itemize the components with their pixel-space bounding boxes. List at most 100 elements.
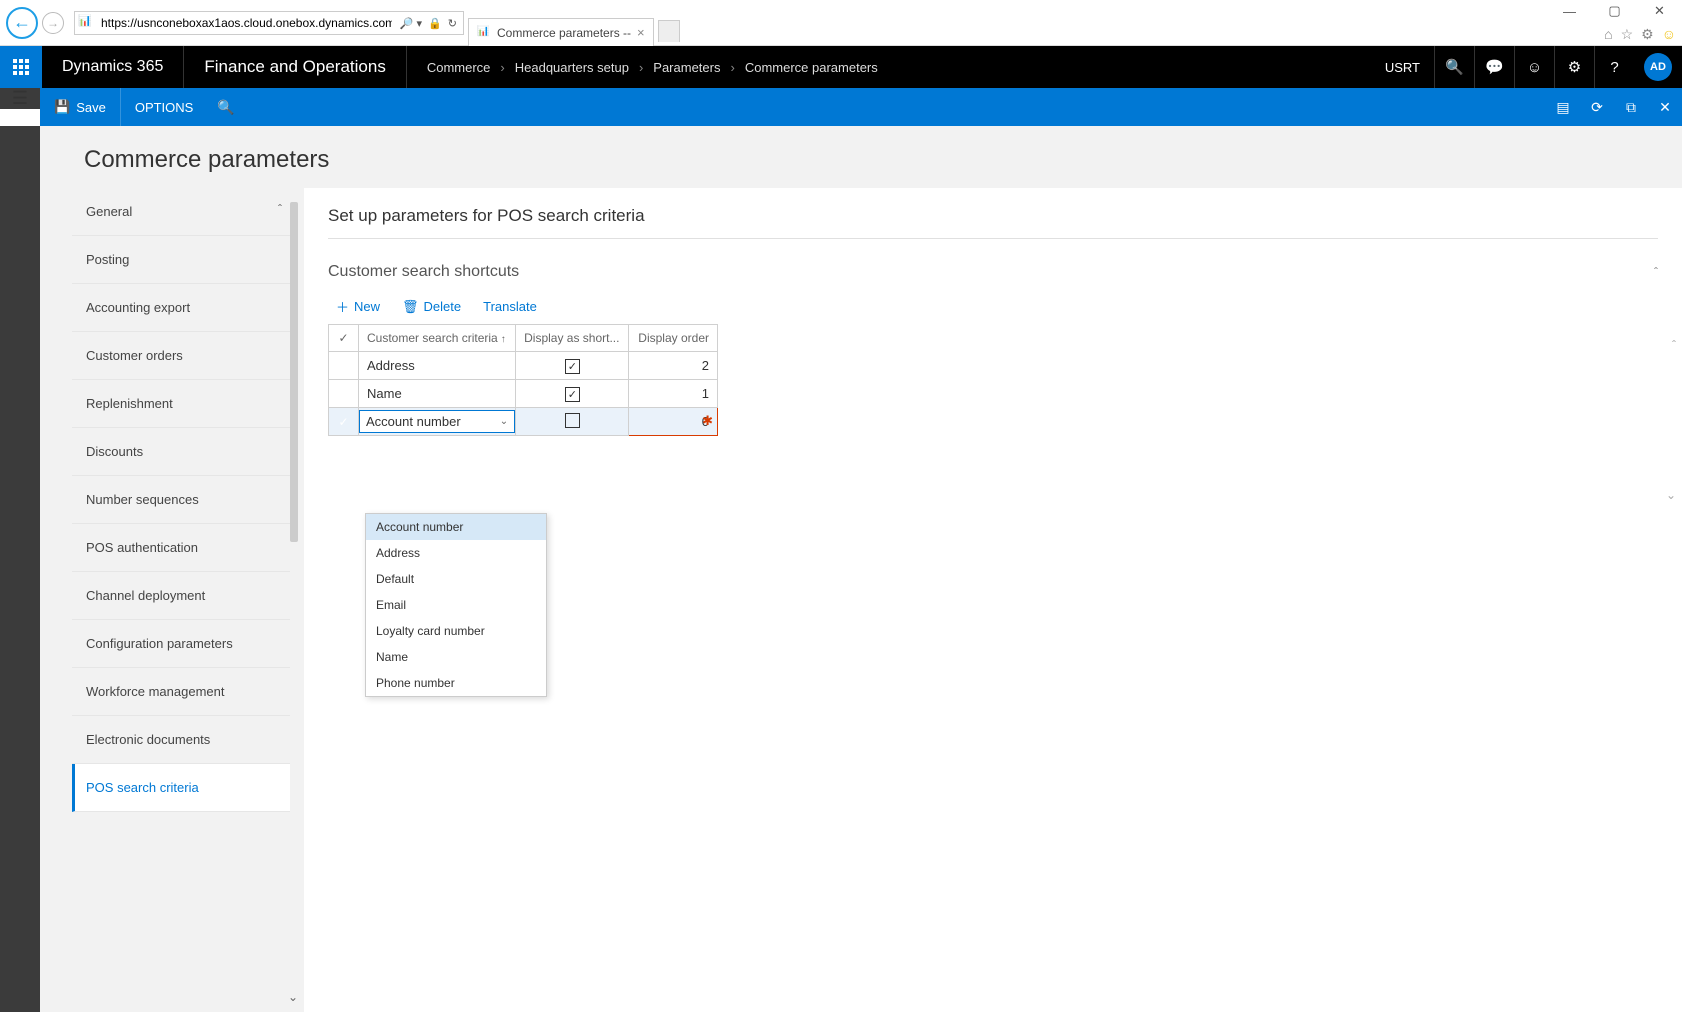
sidebar-item-general[interactable]: Generalˆ xyxy=(72,188,290,236)
breadcrumb: Commerce› Headquarters setup› Parameters… xyxy=(407,60,898,75)
refresh-icon[interactable]: ↻ xyxy=(448,17,457,30)
chevron-down-icon[interactable]: ⌄ xyxy=(500,416,508,427)
site-icon: 📊 xyxy=(78,14,96,32)
scroll-up-icon[interactable]: ˆ xyxy=(1672,338,1676,352)
avatar[interactable]: AD xyxy=(1644,53,1672,81)
sidebar-item-configuration-parameters[interactable]: Configuration parameters xyxy=(72,620,290,668)
new-button[interactable]: ＋New xyxy=(336,297,380,316)
sidebar-item-workforce-management[interactable]: Workforce management xyxy=(72,668,290,716)
shortcut-checkbox[interactable]: ✓ xyxy=(565,359,580,374)
translate-button[interactable]: Translate xyxy=(483,297,537,316)
form-subtitle: Set up parameters for POS search criteri… xyxy=(328,206,1658,238)
options-button[interactable]: OPTIONS xyxy=(121,100,208,115)
close-form-icon[interactable]: ✕ xyxy=(1648,88,1682,126)
app-launcher-button[interactable] xyxy=(0,46,42,88)
nav-hamburger-button[interactable]: ☰ xyxy=(0,88,40,109)
page-title: Commerce parameters xyxy=(40,146,1682,188)
table-row[interactable]: ✓ Account number ⌄ 0 ✱ xyxy=(329,408,718,436)
lock-icon: 🔒 xyxy=(428,17,442,30)
row-select-cell[interactable]: ✓ xyxy=(329,408,359,436)
sidebar-item-customer-orders[interactable]: Customer orders xyxy=(72,332,290,380)
col-order[interactable]: Display order xyxy=(629,325,718,352)
office-icon[interactable]: ▤ xyxy=(1546,88,1580,126)
order-cell[interactable]: 0 ✱ xyxy=(629,408,718,436)
close-tab-icon[interactable]: × xyxy=(637,25,645,40)
shortcut-checkbox[interactable]: ✓ xyxy=(565,387,580,402)
form-panel: Set up parameters for POS search criteri… xyxy=(304,188,1682,1012)
search-icon[interactable]: 🔍 xyxy=(1434,46,1474,88)
shortcut-checkbox[interactable] xyxy=(565,413,580,428)
sidebar-item-pos-search-criteria[interactable]: POS search criteria xyxy=(72,764,290,812)
row-select-cell[interactable] xyxy=(329,380,359,408)
trash-icon: 🗑 xyxy=(402,299,419,315)
sidebar-item-discounts[interactable]: Discounts xyxy=(72,428,290,476)
url-input[interactable] xyxy=(99,14,394,32)
error-icon: ✱ xyxy=(702,413,713,429)
table-row[interactable]: Address ✓ 2 xyxy=(329,352,718,380)
left-rail xyxy=(0,126,40,1012)
select-all-header[interactable]: ✓ xyxy=(329,325,359,352)
sidebar-item-replenishment[interactable]: Replenishment xyxy=(72,380,290,428)
table-row[interactable]: Name ✓ 1 xyxy=(329,380,718,408)
dropdown-option[interactable]: Account number xyxy=(366,514,546,540)
order-cell[interactable]: 1 xyxy=(629,380,718,408)
order-cell[interactable]: 2 xyxy=(629,352,718,380)
sidebar-item-accounting-export[interactable]: Accounting export xyxy=(72,284,290,332)
sidebar-item-posting[interactable]: Posting xyxy=(72,236,290,284)
favorites-icon[interactable]: ☆ xyxy=(1621,26,1634,43)
sidebar-item-channel-deployment[interactable]: Channel deployment xyxy=(72,572,290,620)
sidebar-item-pos-authentication[interactable]: POS authentication xyxy=(72,524,290,572)
breadcrumb-item[interactable]: Headquarters setup xyxy=(515,60,629,75)
address-bar[interactable]: 📊 🔎 ▾ 🔒 ↻ xyxy=(74,11,464,35)
criteria-dropdown[interactable]: Account number ⌄ xyxy=(359,410,515,433)
breadcrumb-item[interactable]: Commerce xyxy=(427,60,491,75)
dropdown-option[interactable]: Phone number xyxy=(366,670,546,696)
chevron-down-icon[interactable]: ⌄ xyxy=(288,990,298,1004)
messages-icon[interactable]: 💬 xyxy=(1474,46,1514,88)
delete-button[interactable]: 🗑Delete xyxy=(402,297,461,316)
action-bar: 💾 Save OPTIONS 🔍 ▤ ⟳ ⧉ ✕ xyxy=(40,88,1682,126)
refresh-action-icon[interactable]: ⟳ xyxy=(1580,88,1614,126)
home-icon[interactable]: ⌂ xyxy=(1604,26,1612,43)
col-criteria[interactable]: Customer search criteria↑ xyxy=(359,325,516,352)
col-shortcut[interactable]: Display as short... xyxy=(516,325,629,352)
forward-button[interactable]: → xyxy=(42,12,64,34)
popout-icon[interactable]: ⧉ xyxy=(1614,88,1648,126)
maximize-button[interactable]: ▢ xyxy=(1592,0,1637,22)
close-window-button[interactable]: ✕ xyxy=(1637,0,1682,22)
browser-chrome: — ▢ ✕ ← → 📊 🔎 ▾ 🔒 ↻ 📊 Commerce parameter… xyxy=(0,0,1682,46)
minimize-button[interactable]: — xyxy=(1547,0,1592,22)
section-title: Customer search shortcuts xyxy=(328,263,519,281)
browser-tab[interactable]: 📊 Commerce parameters -- × xyxy=(468,18,654,46)
company-picker[interactable]: USRT xyxy=(1371,60,1434,75)
scroll-down-icon[interactable]: ⌄ xyxy=(1666,488,1676,502)
gear-icon[interactable]: ⚙ xyxy=(1554,46,1594,88)
section-collapse-icon[interactable]: ˆ xyxy=(1654,265,1658,279)
save-button[interactable]: 💾 Save xyxy=(40,88,121,126)
smile-feedback-icon[interactable]: ☺ xyxy=(1514,46,1554,88)
back-button[interactable]: ← xyxy=(6,7,38,39)
module-label[interactable]: Finance and Operations xyxy=(184,46,406,88)
breadcrumb-item[interactable]: Commerce parameters xyxy=(745,60,878,75)
criteria-cell[interactable]: Name xyxy=(359,380,516,408)
row-select-cell[interactable] xyxy=(329,352,359,380)
dropdown-option[interactable]: Default xyxy=(366,566,546,592)
dropdown-option[interactable]: Email xyxy=(366,592,546,618)
search-dropdown-icon[interactable]: 🔎 ▾ xyxy=(400,17,422,30)
brand-label[interactable]: Dynamics 365 xyxy=(42,46,184,88)
chevron-up-icon[interactable]: ˆ xyxy=(278,202,282,216)
sidebar-scrollbar[interactable] xyxy=(290,202,298,542)
breadcrumb-item[interactable]: Parameters xyxy=(653,60,720,75)
feedback-icon[interactable]: ☺ xyxy=(1662,26,1676,43)
dropdown-option[interactable]: Address xyxy=(366,540,546,566)
settings-icon[interactable]: ⚙ xyxy=(1641,26,1654,43)
help-icon[interactable]: ? xyxy=(1594,46,1634,88)
new-tab-button[interactable] xyxy=(658,20,680,42)
criteria-cell[interactable]: Address xyxy=(359,352,516,380)
sidebar-item-electronic-documents[interactable]: Electronic documents xyxy=(72,716,290,764)
dropdown-option[interactable]: Loyalty card number xyxy=(366,618,546,644)
favicon-icon: 📊 xyxy=(477,26,491,40)
action-search-icon[interactable]: 🔍 xyxy=(217,99,234,116)
sidebar-item-number-sequences[interactable]: Number sequences xyxy=(72,476,290,524)
dropdown-option[interactable]: Name xyxy=(366,644,546,670)
